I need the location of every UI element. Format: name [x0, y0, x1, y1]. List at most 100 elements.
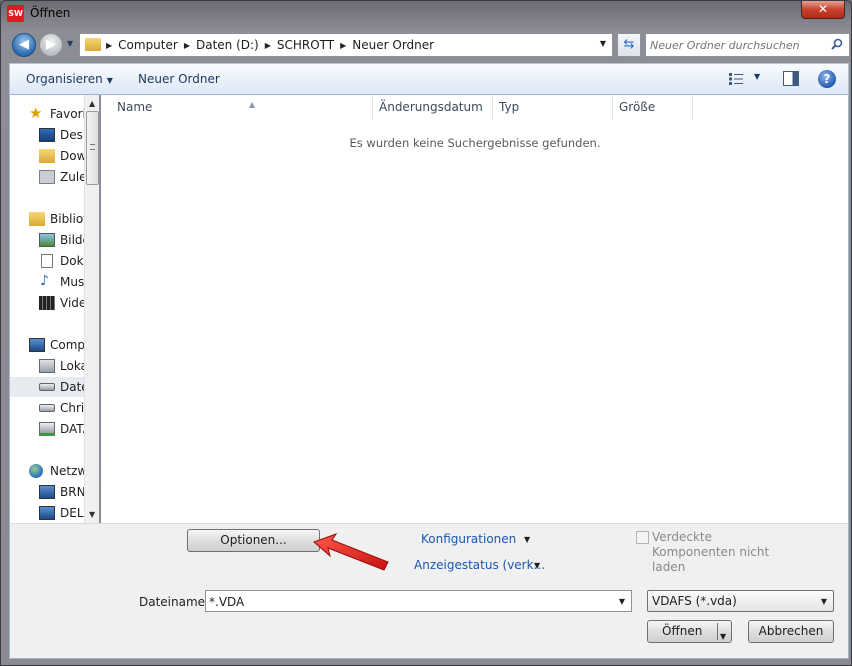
help-icon[interactable]: ?: [818, 70, 836, 88]
nav-item-music[interactable]: ♪ Musik: [10, 272, 84, 292]
recent-pages-dropdown[interactable]: ▼: [67, 39, 73, 48]
nav-item-data-drive[interactable]: Daten (D:): [10, 377, 84, 397]
desktop-icon: [39, 128, 55, 142]
cancel-button[interactable]: Abbrechen: [748, 620, 834, 643]
breadcrumb-chevron-icon[interactable]: ▶: [184, 41, 190, 50]
refresh-button[interactable]: ⇆: [617, 33, 641, 57]
organize-label: Organisieren: [26, 72, 103, 86]
refresh-icon: ⇆: [623, 37, 635, 52]
nav-item-local-disk[interactable]: Lokaler Datenträger: [10, 356, 84, 376]
column-header-type[interactable]: Typ: [493, 95, 613, 119]
nav-item-videos[interactable]: Videos: [10, 293, 84, 313]
view-dropdown-icon[interactable]: ▼: [754, 72, 760, 81]
close-icon: ✕: [817, 2, 829, 16]
search-box[interactable]: [645, 33, 850, 57]
title-bar: SW Öffnen ✕: [1, 1, 851, 27]
split-divider: [717, 623, 718, 640]
open-dialog-window: SW Öffnen ✕ ◀ ▶ ▼ ▶ Computer ▶ Daten (D:…: [0, 0, 852, 666]
nav-item-computer[interactable]: Computer: [10, 335, 84, 355]
breadcrumb-item-computer[interactable]: Computer: [118, 38, 178, 52]
folder-icon: [85, 38, 101, 51]
display-state-dropdown[interactable]: Anzeigestatus (verk...: [414, 558, 545, 572]
breadcrumb: ▶ Computer ▶ Daten (D:) ▶ SCHROTT ▶ Neue…: [106, 38, 434, 52]
open-split-button[interactable]: Öffnen ▼: [647, 620, 732, 643]
filename-input[interactable]: [209, 594, 589, 610]
search-input[interactable]: [650, 37, 820, 53]
downloads-icon: [39, 149, 55, 163]
address-bar[interactable]: ▶ Computer ▶ Daten (D:) ▶ SCHROTT ▶ Neue…: [79, 33, 613, 57]
breadcrumb-item-new-folder[interactable]: Neuer Ordner: [352, 38, 434, 52]
file-list[interactable]: Name ▲ Änderungsdatum Typ Größe Es wurde…: [101, 95, 849, 523]
nav-item-christ[interactable]: Christ: [10, 398, 84, 418]
view-options-icon[interactable]: [728, 72, 744, 86]
chevron-down-icon[interactable]: ▼: [524, 535, 530, 544]
grip-icon: [90, 144, 95, 150]
filetype-value: VDAFS (*.vda): [652, 594, 737, 608]
nav-item-downloads[interactable]: Downloads: [10, 146, 84, 166]
libraries-icon: [29, 212, 45, 226]
forward-button[interactable]: ▶: [39, 33, 63, 57]
star-icon: ★: [29, 104, 43, 122]
column-header-name-label: Name: [117, 100, 153, 114]
pictures-icon: [39, 233, 55, 247]
organize-button[interactable]: Organisieren ▼: [26, 72, 113, 86]
column-header-size[interactable]: Größe: [613, 95, 693, 119]
music-icon: ♪: [40, 273, 49, 289]
local-disk-icon: [39, 359, 55, 373]
filetype-select[interactable]: VDAFS (*.vda) ▼: [647, 590, 834, 612]
documents-icon: [41, 254, 53, 268]
network-computer-icon: [39, 485, 55, 499]
back-arrow-icon: ◀: [19, 37, 29, 52]
column-header-modified[interactable]: Änderungsdatum: [373, 95, 493, 119]
sort-ascending-icon: ▲: [249, 100, 256, 109]
search-icon[interactable]: [831, 38, 843, 50]
computer-icon: [29, 338, 45, 352]
command-toolbar: Organisieren ▼ Neuer Ordner ▼ ?: [9, 63, 849, 95]
open-button-label: Öffnen: [662, 624, 703, 638]
breadcrumb-item-drive[interactable]: Daten (D:): [196, 38, 259, 52]
open-options-dropdown-icon[interactable]: ▼: [720, 626, 726, 647]
breadcrumb-chevron-icon[interactable]: ▶: [340, 41, 346, 50]
nav-item-dell[interactable]: DELL: [10, 503, 84, 523]
network-computer-icon: [39, 506, 55, 520]
navigation-pane-scrollbar[interactable]: ▲ ▼: [84, 95, 99, 523]
back-button[interactable]: ◀: [12, 33, 36, 57]
videos-icon: [39, 296, 55, 310]
options-button[interactable]: Optionen...: [187, 529, 320, 552]
scroll-down-icon[interactable]: ▼: [89, 510, 95, 519]
configurations-dropdown[interactable]: Konfigurationen: [421, 532, 516, 546]
forward-arrow-icon: ▶: [46, 37, 56, 52]
breadcrumb-item-schrott[interactable]: SCHROTT: [277, 38, 334, 52]
network-drive-icon: [39, 422, 55, 436]
chevron-down-icon: ▼: [67, 39, 74, 48]
filetype-dropdown-icon[interactable]: ▼: [821, 597, 827, 606]
empty-results-message: Es wurden keine Suchergebnisse gefunden.: [349, 136, 601, 150]
breadcrumb-chevron-icon[interactable]: ▶: [265, 41, 271, 50]
nav-item-data-network-drive[interactable]: DATA: [10, 419, 84, 439]
window-title: Öffnen: [30, 6, 71, 20]
nav-item-brn[interactable]: BRN: [10, 482, 84, 502]
nav-item-favorites[interactable]: ★ Favoriten: [10, 104, 84, 124]
nav-item-network[interactable]: Netzwerk: [10, 461, 84, 481]
nav-item-pictures[interactable]: Bilder: [10, 230, 84, 250]
address-dropdown-icon[interactable]: ▼: [600, 39, 606, 48]
dialog-bottom-panel: Optionen... Konfigurationen ▼ Anzeigesta…: [9, 523, 849, 659]
scroll-up-icon[interactable]: ▲: [89, 99, 95, 108]
nav-item-libraries[interactable]: Bibliotheken: [10, 209, 84, 229]
close-button[interactable]: ✕: [801, 1, 845, 19]
filename-dropdown-icon[interactable]: ▼: [619, 597, 625, 606]
new-folder-button[interactable]: Neuer Ordner: [138, 72, 220, 86]
breadcrumb-chevron-icon[interactable]: ▶: [106, 41, 112, 50]
hidden-components-checkbox[interactable]: [636, 531, 649, 544]
chevron-down-icon: ▼: [106, 76, 113, 85]
scrollbar-thumb[interactable]: [86, 111, 99, 185]
preview-pane-icon[interactable]: [783, 71, 799, 86]
drive-icon: [39, 383, 55, 391]
network-icon: [29, 464, 43, 478]
nav-item-documents[interactable]: Dokumente: [10, 251, 84, 271]
nav-item-recent[interactable]: Zuletzt besucht: [10, 167, 84, 187]
filename-combobox[interactable]: ▼: [205, 590, 632, 612]
chevron-down-icon[interactable]: ▼: [534, 561, 540, 570]
nav-item-desktop[interactable]: Desktop: [10, 125, 84, 145]
column-header-name[interactable]: Name ▲: [111, 95, 373, 119]
